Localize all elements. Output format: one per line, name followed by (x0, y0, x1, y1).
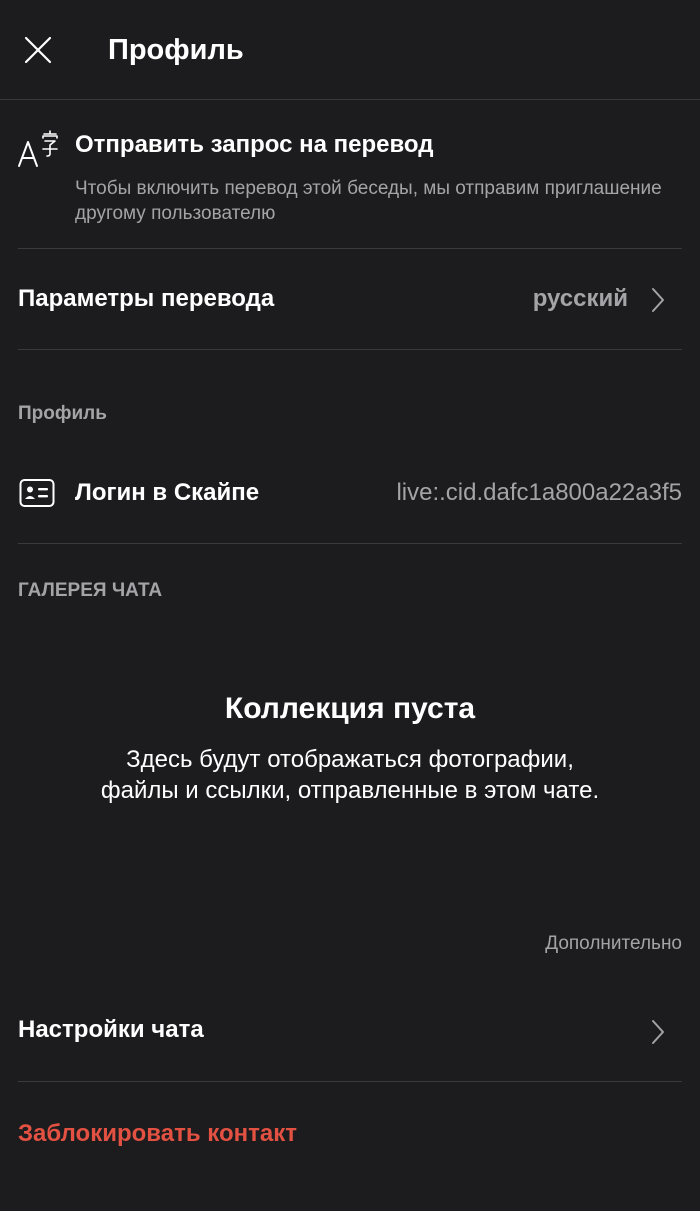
chat-settings-label: Настройки чата (18, 1016, 204, 1043)
translate-request-title: Отправить запрос на перевод (75, 131, 434, 158)
divider (18, 1081, 682, 1082)
divider (18, 248, 682, 249)
skype-login-value[interactable]: live:.cid.dafc1a800a22a3f5 (396, 476, 682, 510)
divider (18, 543, 682, 544)
skype-login-label: Логин в Скайпе (75, 479, 260, 506)
translate-settings-label: Параметры перевода (18, 285, 275, 312)
more-link[interactable]: Дополнительно (545, 930, 682, 958)
chevron-right-icon (652, 288, 664, 312)
close-icon (24, 36, 52, 64)
chevron-right-icon (652, 1020, 664, 1044)
divider (18, 349, 682, 350)
header: Профиль (0, 0, 700, 100)
profile-section-label: Профиль (18, 403, 107, 424)
gallery-section-label: ГАЛЕРЕЯ ЧАТА (18, 580, 163, 601)
close-button[interactable] (20, 32, 56, 68)
block-contact-button[interactable]: Заблокировать контакт (18, 1117, 297, 1151)
gallery-empty-description: Здесь будут отображаться фотографии, фай… (100, 746, 600, 804)
id-card-icon (19, 479, 55, 507)
gallery-empty-title: Коллекция пуста (224, 692, 476, 725)
page-title: Профиль (108, 34, 244, 66)
translate-settings-value: русский (532, 285, 628, 312)
translate-request-description: Чтобы включить перевод этой беседы, мы о… (75, 178, 662, 224)
translate-icon (18, 130, 58, 167)
